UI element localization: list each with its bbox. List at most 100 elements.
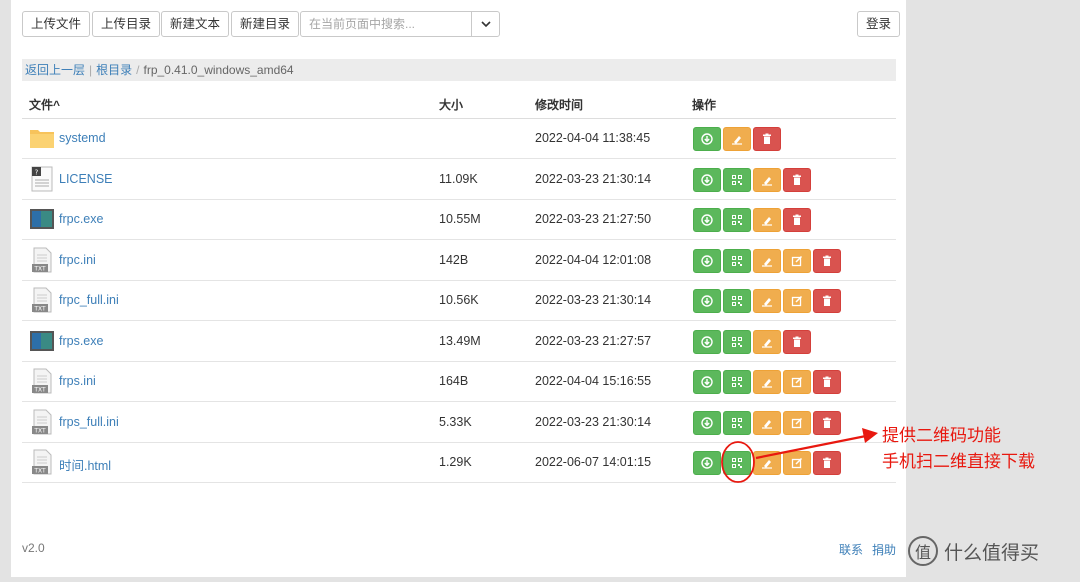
qrcode-button[interactable] [723,410,751,435]
delete-icon [761,133,773,145]
download-button[interactable] [693,451,721,475]
move-icon [761,174,773,186]
file-name-link[interactable]: frps.exe [59,334,103,348]
exe-file-icon [29,328,55,354]
upload-dir-button[interactable]: 上传目录 [92,11,161,37]
qrcode-button[interactable] [723,329,751,354]
table-row: systemd 2022-04-04 11:38:45 [22,119,896,159]
edit-button[interactable] [783,410,811,435]
file-name-link[interactable]: LICENSE [59,172,113,186]
table-row: TXT frpc_full.ini 10.56K 2022-03-23 21:30:1… [22,281,896,321]
edit-button[interactable] [783,370,811,394]
row-actions [693,208,811,232]
file-name-link[interactable]: frpc.ini [59,253,96,267]
delete-button[interactable] [813,451,841,475]
move-icon [731,133,743,145]
move-button[interactable] [753,248,781,273]
delete-button[interactable] [783,167,811,192]
table-row: TXT frps_full.ini 5.33K 2022-03-23 21:30:14 [22,403,896,443]
txt-file-icon: TXT [29,247,55,273]
download-button[interactable] [693,167,721,192]
folder-icon [29,125,55,151]
search-dropdown-button[interactable] [471,12,499,36]
file-size: 164B [439,374,469,388]
qrcode-button[interactable] [723,208,751,232]
qrcode-button[interactable] [723,451,751,475]
back-link[interactable]: 返回上一层 [25,63,85,77]
row-actions [693,248,841,273]
edit-icon [791,255,803,267]
download-button[interactable] [693,329,721,354]
edit-button[interactable] [783,248,811,273]
download-button[interactable] [693,410,721,435]
download-icon [701,133,713,145]
move-icon [761,336,773,348]
delete-icon [821,417,833,429]
svg-text:TXT: TXT [33,306,46,313]
table-row: frps.exe 13.49M 2022-03-23 21:27:57 [22,322,896,362]
file-mtime: 2022-03-23 21:30:14 [535,414,652,429]
move-button[interactable] [753,410,781,435]
contact-link[interactable]: 联系 [839,541,863,558]
download-icon [701,173,713,186]
root-link[interactable]: 根目录 [96,63,132,77]
move-button[interactable] [753,451,781,475]
download-button[interactable] [693,289,721,313]
download-button[interactable] [693,370,721,394]
move-button[interactable] [723,127,751,151]
table-row: ? LICENSE 11.09K 2022-03-23 21:30:14 [22,160,896,200]
qrcode-button[interactable] [723,289,751,313]
new-dir-button[interactable]: 新建目录 [231,11,300,37]
donate-link[interactable]: 捐助 [872,541,896,558]
file-name-link[interactable]: frpc_full.ini [59,293,119,307]
delete-icon [821,295,833,307]
delete-button[interactable] [753,127,781,151]
column-header-size: 大小 [439,98,464,112]
table-row: TXT frpc.ini 142B 2022-04-04 12:01:08 [22,241,896,281]
download-button[interactable] [693,248,721,273]
file-name-link[interactable]: frps_full.ini [59,415,119,429]
download-icon [701,335,713,348]
download-icon [701,376,713,388]
row-actions [693,451,841,475]
txt-file-icon: TXT [29,287,55,313]
annotation-text-line2: 手机扫二维直接下载 [882,452,1035,471]
download-icon [701,214,713,226]
delete-icon [821,255,833,267]
current-directory: frp_0.41.0_windows_amd64 [143,63,294,77]
download-button[interactable] [693,208,721,232]
file-name-link[interactable]: frpc.exe [59,212,103,226]
move-button[interactable] [753,329,781,354]
qrcode-button[interactable] [723,248,751,273]
search-input[interactable] [301,12,471,36]
delete-icon [791,214,803,226]
move-button[interactable] [753,289,781,313]
move-button[interactable] [753,370,781,394]
file-name-link[interactable]: frps.ini [59,374,96,388]
edit-button[interactable] [783,289,811,313]
column-header-name[interactable]: 文件^ [29,96,60,113]
file-name-link[interactable]: 时间.html [59,455,111,474]
new-text-button[interactable]: 新建文本 [161,11,230,37]
download-button[interactable] [693,127,721,151]
download-icon [701,416,713,429]
move-button[interactable] [753,208,781,232]
delete-button[interactable] [783,329,811,354]
file-name-link[interactable]: systemd [59,131,106,145]
login-button[interactable]: 登录 [857,11,901,37]
delete-button[interactable] [783,208,811,232]
row-actions [693,167,811,192]
qrcode-icon [731,214,743,226]
search-box [300,11,500,37]
upload-file-button[interactable]: 上传文件 [22,11,91,37]
qrcode-button[interactable] [723,167,751,192]
qrcode-button[interactable] [723,370,751,394]
delete-button[interactable] [813,289,841,313]
delete-icon [791,336,803,348]
unknown-file-icon: ? [29,166,55,192]
delete-button[interactable] [813,370,841,394]
edit-button[interactable] [783,451,811,475]
delete-button[interactable] [813,410,841,435]
move-button[interactable] [753,167,781,192]
delete-button[interactable] [813,248,841,273]
